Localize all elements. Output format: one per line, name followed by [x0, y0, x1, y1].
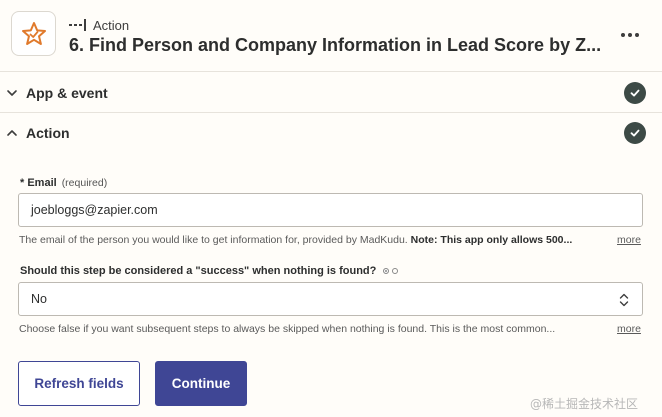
- check-circle-icon: [624, 122, 646, 144]
- more-dot-icon: [621, 33, 625, 37]
- chevron-up-down-icon: [619, 293, 629, 307]
- email-help-text: The email of the person you would like t…: [19, 234, 605, 246]
- radio-toggle-icon[interactable]: [383, 268, 399, 274]
- success-field-label: Should this step be considered a "succes…: [20, 265, 399, 277]
- radio-on-icon: [383, 268, 390, 274]
- app-logo: [11, 11, 56, 56]
- radio-off-icon: [392, 268, 399, 274]
- email-label-text: * Email: [20, 177, 57, 189]
- watermark: @稀土掘金技术社区: [530, 397, 639, 411]
- required-indicator: (required): [61, 177, 108, 189]
- more-dot-icon: [635, 33, 639, 37]
- step-title[interactable]: 6. Find Person and Company Information i…: [69, 35, 609, 56]
- success-select-value: No: [31, 292, 47, 306]
- chevron-up-icon: [7, 130, 17, 136]
- step-type: Action: [69, 17, 129, 33]
- success-help-text: Choose false if you want subsequent step…: [19, 323, 556, 335]
- refresh-fields-button[interactable]: Refresh fields: [18, 361, 140, 406]
- chevron-down-icon: [7, 90, 17, 96]
- continue-button[interactable]: Continue: [155, 361, 247, 406]
- action-step-icon: [69, 19, 86, 31]
- section-action-label: Action: [26, 125, 70, 141]
- success-select[interactable]: No: [18, 282, 643, 316]
- email-field[interactable]: joebloggs@zapier.com: [18, 193, 643, 227]
- section-app-event[interactable]: App & event: [0, 73, 662, 113]
- more-dot-icon: [628, 33, 632, 37]
- section-action[interactable]: Action: [0, 113, 662, 153]
- email-help-note: Note: This app only allows 500...: [410, 234, 573, 246]
- more-options-button[interactable]: [616, 26, 644, 44]
- check-circle-icon: [624, 82, 646, 104]
- section-app-event-label: App & event: [26, 85, 108, 101]
- email-help-description: The email of the person you would like t…: [19, 234, 408, 246]
- step-header: Action 6. Find Person and Company Inform…: [0, 0, 662, 72]
- email-more-link[interactable]: more: [617, 234, 641, 246]
- success-more-link[interactable]: more: [617, 323, 641, 335]
- success-label-text: Should this step be considered a "succes…: [20, 265, 377, 277]
- email-field-label: * Email (required): [20, 177, 107, 189]
- star-check-icon: [21, 21, 46, 45]
- step-type-label: Action: [93, 17, 130, 33]
- email-value: joebloggs@zapier.com: [31, 203, 158, 217]
